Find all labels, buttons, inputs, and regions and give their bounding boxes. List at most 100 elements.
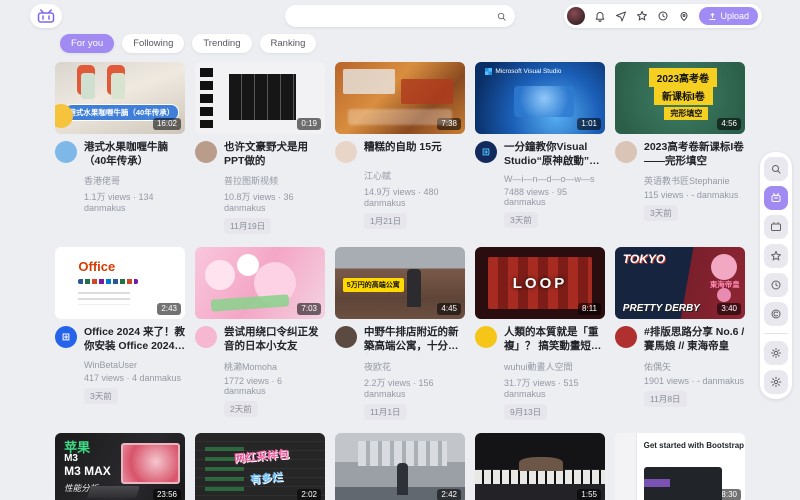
video-title[interactable]: Office 2024 来了！教你安装 Office 2024 预览版!: [84, 326, 185, 353]
tab-trending[interactable]: Trending: [192, 34, 251, 53]
duration-badge: 7:38: [437, 118, 461, 130]
views-danmaku: 10.8万 views · 36 danmakus: [224, 190, 325, 213]
avatar[interactable]: ⊞: [55, 326, 77, 348]
rail-help-button[interactable]: [764, 302, 788, 326]
uploader-name[interactable]: 江心赋: [364, 169, 465, 182]
location-icon[interactable]: [678, 10, 690, 22]
video-title[interactable]: 尝试用绕口令纠正发音的日本小女友: [224, 326, 325, 353]
video-title[interactable]: 也许文豪野犬是用PPT做的: [224, 141, 325, 168]
side-rail: [760, 152, 792, 399]
thumbnail[interactable]: 2023高考卷 新课标I卷 完形填空 4:56: [615, 62, 745, 134]
top-bar: Upload: [0, 0, 800, 32]
thumbnail[interactable]: 5万円的高端公寓 4:45: [335, 247, 465, 319]
views-danmaku: 7488 views · 95 danmakus: [504, 187, 605, 207]
thumbnail[interactable]: 港式水果咖喱牛腩（40年传承） 16:02: [55, 62, 185, 134]
uploader-name[interactable]: 夜欧花: [364, 360, 465, 373]
avatar[interactable]: [335, 326, 357, 348]
avatar[interactable]: [195, 141, 217, 163]
video-title[interactable]: 人類的本質就是「重複」？ 搞笑動畫短片《LOOP》: [504, 326, 605, 353]
video-title[interactable]: 糟糕的自助 15元: [364, 141, 442, 163]
views-danmaku: 1772 views · 6 danmakus: [224, 376, 325, 396]
video-card: TOKYO PRETTY DERBY 東海帝皇 3:40 #排版思路分享 No.…: [615, 247, 745, 419]
thumbnail[interactable]: 苹果 M3 M3 MAX 性能分析 23:56: [55, 433, 185, 500]
uploader-name[interactable]: 英语教书匠Stephanie: [644, 174, 745, 187]
avatar[interactable]: [615, 326, 637, 348]
rail-tv-button[interactable]: [764, 215, 788, 239]
card-meta: 糟糕的自助 15元: [335, 141, 465, 163]
avatar[interactable]: [335, 141, 357, 163]
rail-history-button[interactable]: [764, 273, 788, 297]
thumbnail[interactable]: 网红采样包 有多烂 2:02: [195, 433, 325, 500]
video-title[interactable]: 港式水果咖喱牛腩（40年传承）: [84, 141, 185, 168]
avatar[interactable]: ⊞: [475, 141, 497, 163]
rail-search-button[interactable]: [764, 157, 788, 181]
uploader-name[interactable]: 香港佬哥: [84, 174, 185, 187]
upload-button[interactable]: Upload: [699, 7, 758, 25]
thumbnail[interactable]: 7:38: [335, 62, 465, 134]
site-logo[interactable]: [30, 4, 62, 28]
video-card: 7:38 糟糕的自助 15元 江心赋 14.9万 views · 480 dan…: [335, 62, 465, 234]
video-title[interactable]: 中野牛排店附近的新築高端公寓，十分温馨甚至九分乾净: [364, 326, 465, 353]
tab-for-you[interactable]: For you: [60, 34, 114, 53]
user-avatar[interactable]: [567, 7, 585, 25]
avatar[interactable]: [615, 141, 637, 163]
thumb-text: M3: [64, 453, 78, 464]
avatar[interactable]: [475, 326, 497, 348]
date-badge: 11月8日: [644, 391, 687, 407]
tab-following[interactable]: Following: [122, 34, 184, 53]
rail-divider: [764, 333, 788, 334]
thumbnail[interactable]: LOOP 8:11: [475, 247, 605, 319]
duration-badge: 2:43: [157, 303, 181, 315]
duration-badge: 2:42: [437, 489, 461, 500]
search-bar[interactable]: [285, 5, 515, 27]
thumb-text: M3 MAX: [64, 464, 111, 478]
card-meta: 尝试用绕口令纠正发音的日本小女友: [195, 326, 325, 353]
avatar[interactable]: [55, 141, 77, 163]
search-input[interactable]: [293, 11, 496, 22]
video-title[interactable]: 2023高考卷新课标I卷——完形填空: [644, 141, 745, 168]
thumbnail[interactable]: Microsoft Visual Studio 1:01: [475, 62, 605, 134]
thumbnail[interactable]: 7:03: [195, 247, 325, 319]
bell-icon[interactable]: [594, 10, 606, 22]
dynamics-icon[interactable]: [615, 10, 627, 22]
history-icon[interactable]: [657, 10, 669, 22]
star-icon[interactable]: [636, 10, 648, 22]
video-grid: 港式水果咖喱牛腩（40年传承） 16:02 港式水果咖喱牛腩（40年传承） 香港…: [55, 62, 745, 500]
search-icon[interactable]: [496, 11, 507, 22]
rail-favorites-button[interactable]: [764, 244, 788, 268]
video-title[interactable]: #排版思路分享 No.6 / 賽馬娘 // 東海帝皇: [644, 326, 745, 353]
tab-ranking[interactable]: Ranking: [260, 34, 317, 53]
thumbnail[interactable]: TOKYO PRETTY DERBY 東海帝皇 3:40: [615, 247, 745, 319]
thumb-text: LOOP: [475, 275, 605, 292]
duration-badge: 1:55: [577, 489, 601, 500]
uploader-name[interactable]: WinBetaUser: [84, 360, 185, 370]
video-card: 2023高考卷 新课标I卷 完形填空 4:56 2023高考卷新课标I卷——完形…: [615, 62, 745, 234]
video-card: Office 2:43 ⊞ Office 2024 来了！教你安装 Office…: [55, 247, 185, 419]
history-icon: [770, 279, 782, 291]
user-cluster: Upload: [564, 4, 762, 28]
thumbnail[interactable]: Office 2:43: [55, 247, 185, 319]
video-card: Get started with Bootstrap 18:30 A Build…: [615, 433, 745, 500]
thumbnail[interactable]: 0:19: [195, 62, 325, 134]
uploader-name[interactable]: 佑偶矢: [644, 360, 745, 373]
duration-badge: 23:56: [153, 489, 181, 500]
duration-badge: 3:40: [717, 303, 741, 315]
uploader-name[interactable]: W—i—n—d—o—w—s: [504, 174, 605, 184]
date-badge: 3天前: [644, 205, 678, 221]
uploader-name[interactable]: 桃濑Momoha: [224, 360, 325, 373]
video-title[interactable]: 一分鐘教你Visual Studio“原神啟動”！（適用於Blend）: [504, 141, 605, 168]
thumbnail[interactable]: Get started with Bootstrap 18:30: [615, 433, 745, 500]
card-meta: 人類的本質就是「重複」？ 搞笑動畫短片《LOOP》: [475, 326, 605, 353]
thumbnail[interactable]: 2:42: [335, 433, 465, 500]
thumbnail[interactable]: 1:55: [475, 433, 605, 500]
video-card: 苹果 M3 M3 MAX 性能分析 23:56 ∞ 苹果M3系列首发评测：Max…: [55, 433, 185, 500]
uploader-name[interactable]: 普拉图斯视频: [224, 174, 325, 187]
rail-brightness-button[interactable]: [764, 341, 788, 365]
rail-home-button[interactable]: [764, 186, 788, 210]
card-meta: ⊞ 一分鐘教你Visual Studio“原神啟動”！（適用於Blend）: [475, 141, 605, 168]
views-danmaku: 14.9万 views · 480 danmakus: [364, 185, 465, 208]
avatar[interactable]: [195, 326, 217, 348]
rail-settings-button[interactable]: [764, 370, 788, 394]
uploader-name[interactable]: wuhui動畫人空間: [504, 360, 605, 373]
date-badge: 11月19日: [224, 218, 271, 234]
